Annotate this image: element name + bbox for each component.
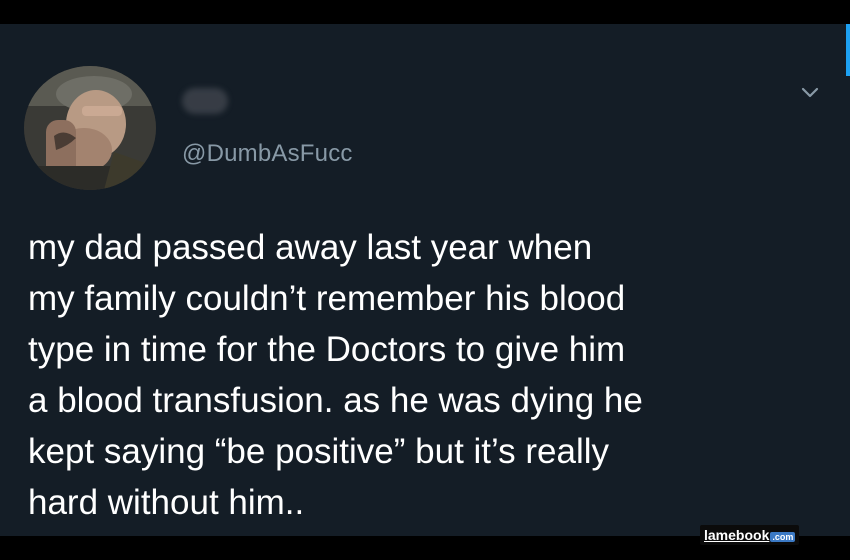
watermark-logo: lamebook .com: [700, 525, 800, 545]
user-avatar[interactable]: [24, 66, 156, 190]
watermark-tld: .com: [770, 532, 796, 542]
screenshot-frame: @DumbAsFucc my dad passed away last year…: [0, 0, 850, 560]
avatar-photo-icon: [24, 66, 156, 190]
tweet-card: @DumbAsFucc my dad passed away last year…: [0, 24, 850, 536]
tweet-menu-button[interactable]: [796, 82, 824, 104]
display-name-blurred: [182, 88, 228, 114]
user-handle[interactable]: @DumbAsFucc: [182, 140, 353, 168]
scrollbar-accent: [846, 24, 850, 76]
watermark-site: lamebook: [704, 527, 770, 543]
tweet-body-text: my dad passed away last year when my fam…: [28, 228, 643, 522]
chevron-down-icon: [801, 87, 819, 98]
